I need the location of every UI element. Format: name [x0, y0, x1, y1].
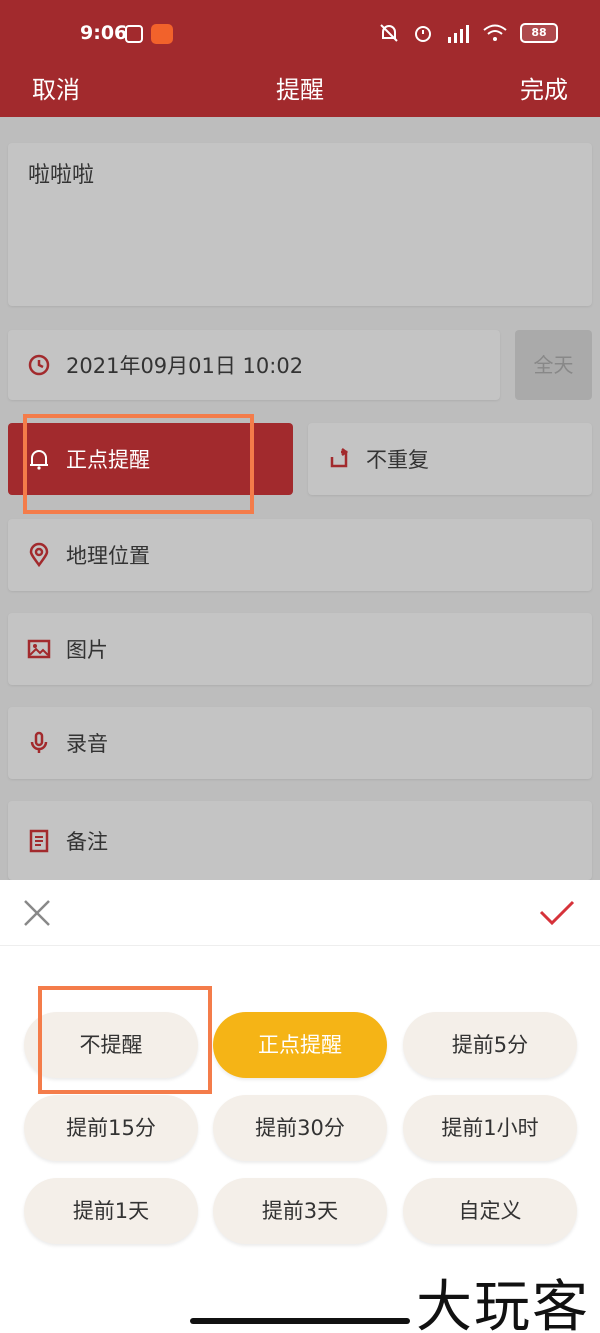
highlight-box-none — [38, 986, 212, 1094]
image-row[interactable]: 图片 — [8, 613, 592, 685]
repeat-label: 不重复 — [366, 448, 429, 472]
allday-toggle[interactable]: 全天 — [515, 330, 592, 400]
image-icon — [27, 639, 51, 659]
audio-row[interactable]: 录音 — [8, 707, 592, 779]
note-input[interactable]: 啦啦啦 — [8, 143, 592, 306]
memo-row[interactable]: 备注 — [8, 801, 592, 880]
location-row[interactable]: 地理位置 — [8, 519, 592, 591]
option-custom[interactable]: 自定义 — [403, 1178, 577, 1244]
highlight-box-reminder — [23, 414, 254, 514]
location-pin-icon — [29, 542, 49, 568]
option-1day[interactable]: 提前1天 — [24, 1178, 198, 1244]
close-icon[interactable] — [22, 898, 52, 928]
datetime-value: 2021年09月01日 10:02 — [66, 354, 304, 378]
repeat-icon — [330, 448, 349, 468]
page-title: 提醒 — [276, 76, 324, 104]
location-label: 地理位置 — [66, 544, 150, 568]
option-15min[interactable]: 提前15分 — [24, 1095, 198, 1161]
mute-bell-icon — [380, 24, 398, 42]
document-icon — [29, 829, 49, 852]
done-button[interactable]: 完成 — [520, 70, 568, 105]
note-text: 啦啦啦 — [28, 163, 95, 188]
clock-icon — [28, 354, 50, 376]
option-on-time[interactable]: 正点提醒 — [213, 1012, 387, 1078]
dimmed-form: 啦啦啦 2021年09月01日 10:02 全天 正点提醒 不重复 地理位置 图… — [0, 117, 600, 880]
signal-icon — [448, 25, 469, 43]
home-indicator[interactable] — [190, 1318, 410, 1324]
confirm-check-icon[interactable] — [538, 898, 576, 928]
option-5min[interactable]: 提前5分 — [403, 1012, 577, 1078]
memo-label: 备注 — [66, 829, 108, 854]
audio-label: 录音 — [66, 732, 108, 756]
alarm-icon — [415, 26, 431, 42]
app-notification-icon — [125, 25, 143, 43]
watermark-text: 大玩客 — [416, 1275, 590, 1333]
status-icons: 88 — [378, 20, 558, 46]
sheet-header — [0, 880, 600, 946]
status-time: 9:06 — [80, 22, 128, 44]
datetime-row[interactable]: 2021年09月01日 10:02 — [8, 330, 500, 400]
image-label: 图片 — [66, 638, 108, 662]
option-3days[interactable]: 提前3天 — [213, 1178, 387, 1244]
app-notification-icon-2 — [151, 24, 173, 44]
microphone-icon — [30, 731, 48, 753]
status-bar: 9:06 88 — [0, 0, 600, 66]
option-1hour[interactable]: 提前1小时 — [403, 1095, 577, 1161]
wifi-icon — [483, 24, 507, 41]
battery-icon: 88 — [520, 23, 558, 43]
app-header: 9:06 88 取消 提醒 完成 — [0, 0, 600, 117]
repeat-button[interactable]: 不重复 — [308, 423, 592, 495]
option-30min[interactable]: 提前30分 — [213, 1095, 387, 1161]
